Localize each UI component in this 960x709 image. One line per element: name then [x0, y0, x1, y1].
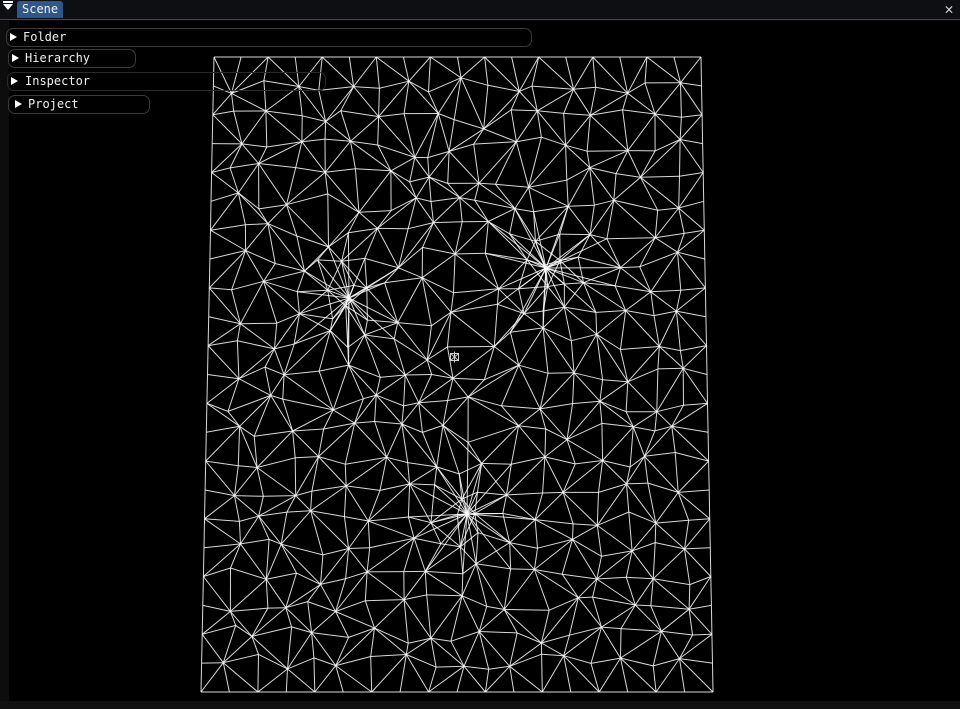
collapse-triangle-icon[interactable]: [3, 1, 13, 10]
panel-folder[interactable]: Folder: [6, 28, 532, 47]
panel-folder-label: Folder: [23, 30, 67, 44]
window-titlebar: Scene ✕: [0, 0, 960, 20]
panel-project[interactable]: Project: [8, 95, 150, 114]
scene-viewport[interactable]: [9, 21, 960, 701]
expand-triangle-icon: [15, 100, 22, 108]
panel-inspector-label: Inspector: [25, 74, 91, 88]
window-left-border: [0, 21, 9, 701]
panel-hierarchy-label: Hierarchy: [25, 51, 91, 65]
wireframe-mesh: [200, 56, 714, 693]
expand-triangle-icon: [10, 33, 17, 41]
tab-scene[interactable]: Scene: [17, 1, 64, 18]
camera-gizmo-icon[interactable]: [449, 351, 461, 363]
expand-triangle-icon: [12, 54, 19, 62]
panel-inspector[interactable]: Inspector: [7, 72, 326, 91]
panel-hierarchy[interactable]: Hierarchy: [8, 49, 136, 68]
panel-project-label: Project: [28, 97, 79, 111]
window-bottom-border: [0, 701, 960, 709]
expand-triangle-icon: [11, 77, 18, 85]
close-icon[interactable]: ✕: [942, 1, 956, 17]
